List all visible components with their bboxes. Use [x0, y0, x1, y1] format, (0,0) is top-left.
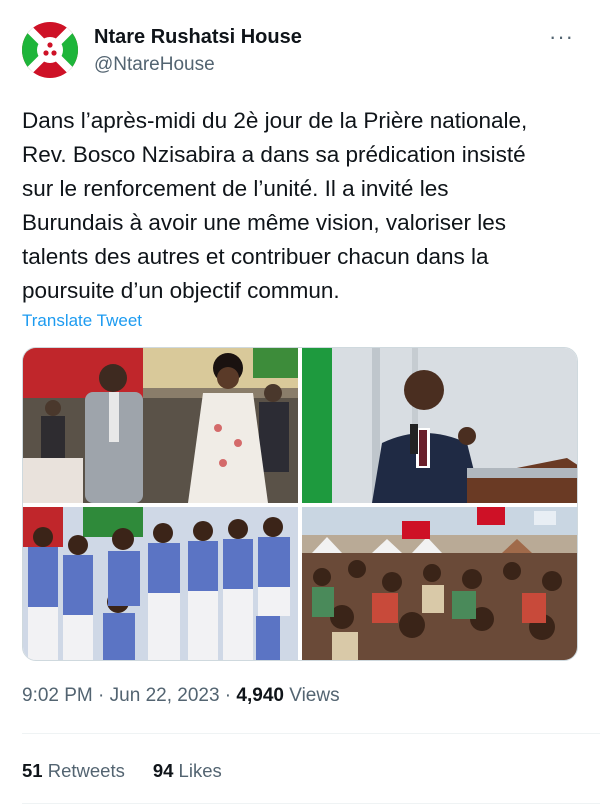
media-grid: [22, 347, 578, 661]
tweet-date[interactable]: Jun 22, 2023: [110, 685, 220, 706]
photo-crowd[interactable]: [302, 507, 578, 661]
likes-count: 94: [152, 760, 174, 781]
divider: [22, 733, 600, 734]
avatar[interactable]: [22, 22, 78, 78]
burundi-flag-icon: [22, 22, 78, 78]
tweet-time[interactable]: 9:02 PM: [22, 685, 93, 706]
separator: ·: [219, 685, 237, 706]
photo-choir[interactable]: [23, 507, 298, 661]
separator: ·: [92, 685, 110, 706]
translate-tweet-link[interactable]: Translate Tweet: [22, 311, 142, 331]
photo-couple-praying[interactable]: [23, 348, 298, 503]
author-handle[interactable]: @NtareHouse: [94, 54, 215, 76]
tweet-stats: 51 Retweets 94 Likes: [22, 760, 222, 782]
likes-stat[interactable]: 94 Likes: [153, 760, 222, 781]
retweets-label: Retweets: [42, 760, 125, 781]
views-label[interactable]: Views: [284, 685, 339, 706]
ellipsis-icon[interactable]: ···: [549, 24, 574, 50]
retweets-stat[interactable]: 51 Retweets: [22, 760, 125, 781]
author-display-name[interactable]: Ntare Rushatsi House: [94, 26, 302, 49]
tweet-text: Dans l’après-midi du 2è jour de la Prièr…: [22, 108, 528, 303]
tweet-metadata: 9:02 PM · Jun 22, 2023 · 4,940 Views: [22, 685, 340, 707]
views-count[interactable]: 4,940: [236, 685, 284, 706]
retweets-count: 51: [22, 760, 43, 781]
tweet-header: Ntare Rushatsi House @NtareHouse ···: [22, 22, 578, 78]
photo-preacher[interactable]: [302, 348, 578, 503]
likes-label: Likes: [173, 760, 222, 781]
divider: [22, 803, 600, 804]
